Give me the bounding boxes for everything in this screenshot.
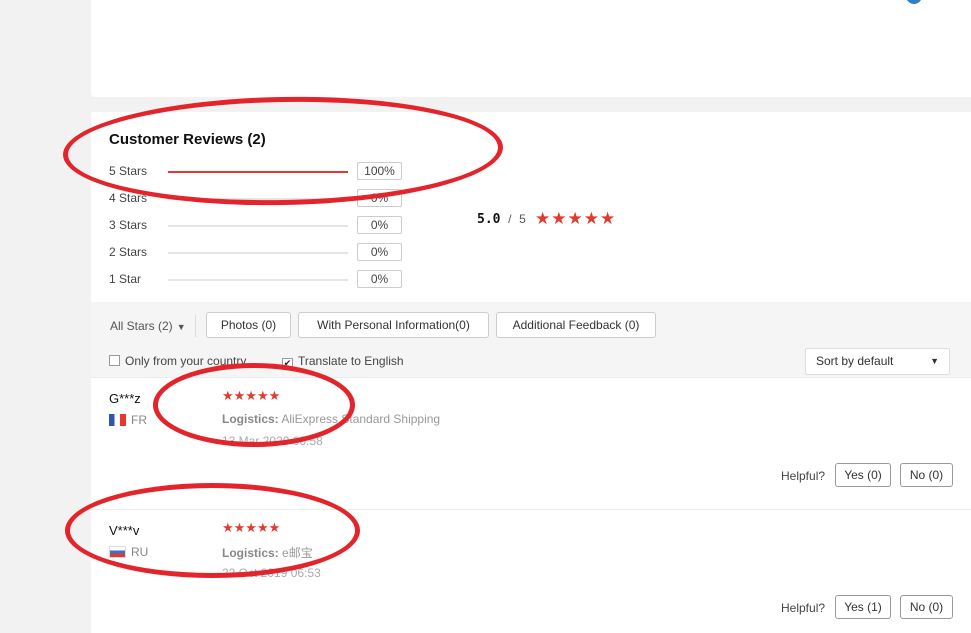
customer-reviews-section: Customer Reviews (2) 5 Stars 100% 4 Star… [91,112,971,633]
review-stars-icon: ★★★★★ [222,521,281,536]
rating-bar [168,225,348,227]
average-stars-icon: ★★★★★ [535,209,617,229]
rating-row-2[interactable]: 2 Stars 0% [109,243,409,261]
rating-label: 1 Star [109,272,142,286]
photos-filter-button[interactable]: Photos (0) [206,312,291,338]
rating-max: 5 [519,212,526,226]
divider [91,509,971,510]
rating-bar [168,171,348,173]
logistics-label: Logistics: [222,546,279,560]
rating-label: 4 Stars [109,191,148,205]
chevron-down-icon: ▼ [176,322,186,332]
chevron-down-icon: ▼ [930,356,939,366]
partial-icon [906,0,922,4]
all-stars-dropdown[interactable]: All Stars (2) ▼ [110,319,186,333]
only-country-label: Only from your country [125,354,247,368]
rating-row-3[interactable]: 3 Stars 0% [109,216,409,234]
rating-percent: 0% [357,270,402,288]
reviewer-country: FR [131,413,147,427]
rating-row-5[interactable]: 5 Stars 100% [109,162,409,180]
rating-percent: 0% [357,189,402,207]
rating-bar [168,252,348,254]
average-rating: 5.0 / 5 [477,211,526,227]
divider [195,315,196,337]
rating-row-1[interactable]: 1 Star 0% [109,270,409,288]
rating-separator: / [508,212,512,226]
checkbox-checked-icon: ✔ [282,358,293,369]
additional-feedback-filter-button[interactable]: Additional Feedback (0) [496,312,656,338]
rating-bar [168,279,348,281]
france-flag-icon [109,414,126,426]
rating-bar-fill [168,171,348,173]
review-item: G***z FR ★★★★★ Logistics: AliExpress Sta… [91,377,971,509]
sort-dropdown[interactable]: Sort by default ▼ [805,348,950,375]
logistics-info: Logistics: e邮宝 [222,544,313,561]
average-score: 5.0 [477,212,501,227]
rating-percent: 100% [357,162,402,180]
review-item: V***v RU ★★★★★ Logistics: e邮宝 22 Oct 201… [91,509,971,633]
rating-label: 5 Stars [109,164,148,178]
all-stars-label: All Stars (2) [110,319,173,333]
helpful-yes-button[interactable]: Yes (1) [835,595,891,619]
helpful-label: Helpful? [781,601,826,615]
logistics-info: Logistics: AliExpress Standard Shipping [222,412,440,426]
translate-checkbox[interactable]: ✔ Translate to English [282,354,404,369]
rating-label: 3 Stars [109,218,148,232]
rating-bar [168,198,348,200]
rating-label: 2 Stars [109,245,148,259]
helpful-no-button[interactable]: No (0) [900,595,953,619]
logistics-value: AliExpress Standard Shipping [281,412,441,426]
russia-flag-icon [109,546,126,558]
divider [91,377,971,378]
translate-label: Translate to English [298,354,404,368]
reviewer-country: RU [131,545,149,559]
rating-percent: 0% [357,216,402,234]
helpful-label: Helpful? [781,469,826,483]
rating-percent: 0% [357,243,402,261]
rating-row-4[interactable]: 4 Stars 0% [109,189,409,207]
review-date: 22 Oct 2019 06:53 [222,566,321,580]
only-country-checkbox[interactable]: Only from your country [109,354,246,368]
reviews-title: Customer Reviews (2) [109,131,266,148]
reviewer-name: V***v [109,523,140,538]
reviewer-name: G***z [109,391,141,406]
personal-info-filter-button[interactable]: With Personal Information(0) [298,312,489,338]
helpful-no-button[interactable]: No (0) [900,463,953,487]
review-stars-icon: ★★★★★ [222,389,281,404]
logistics-label: Logistics: [222,412,279,426]
sort-label: Sort by default [816,354,894,368]
logistics-value: e邮宝 [282,546,313,560]
review-date: 13 Mar 2020 06:58 [222,434,323,448]
helpful-yes-button[interactable]: Yes (0) [835,463,891,487]
checkbox-box [109,355,120,366]
product-info-card [91,0,971,97]
review-filter-bar: All Stars (2) ▼ Photos (0) With Personal … [91,302,971,377]
